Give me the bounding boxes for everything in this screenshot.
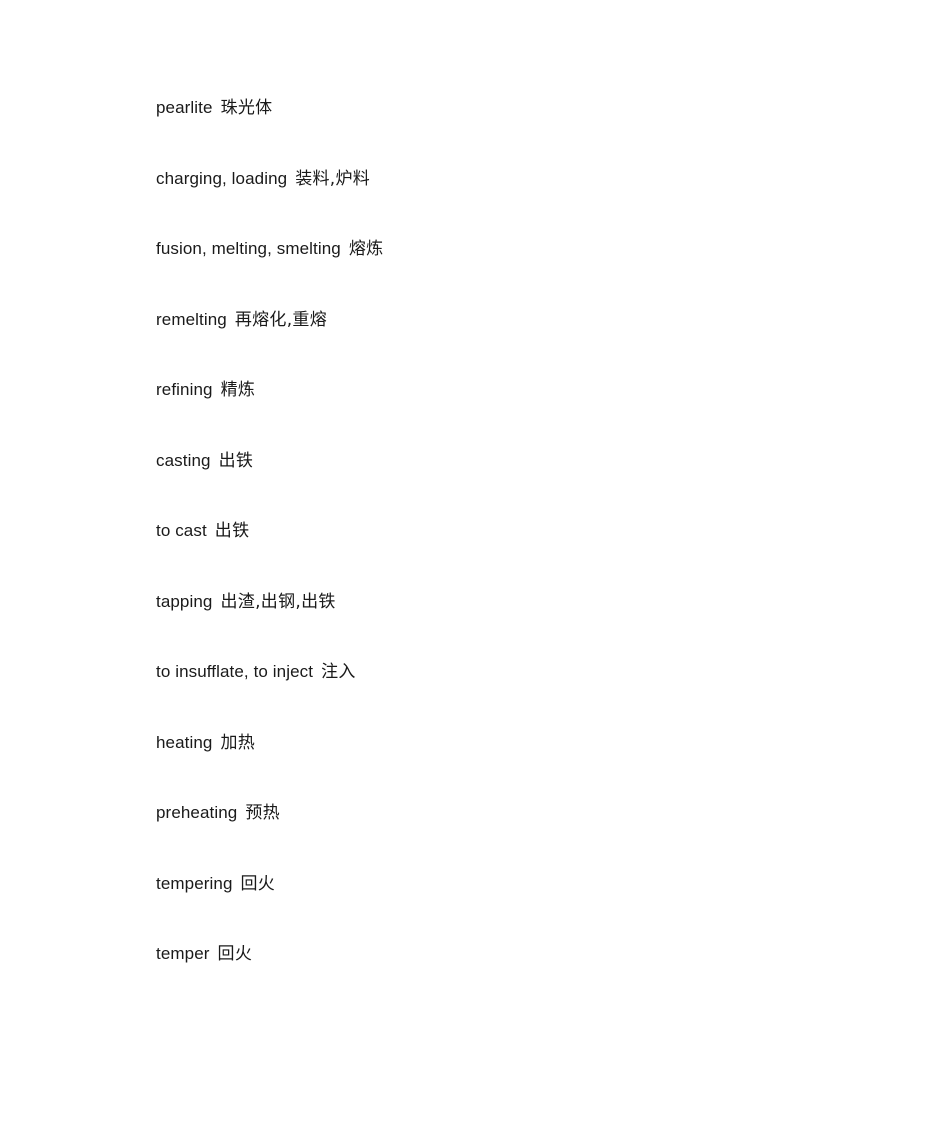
- glossary-term: casting: [156, 450, 211, 470]
- glossary-term: fusion, melting, smelting: [156, 239, 341, 258]
- glossary-translation: 加热: [220, 732, 256, 753]
- glossary-entry: to insufflate, to inject 注入: [156, 660, 865, 684]
- glossary-translation: 出铁: [214, 521, 250, 541]
- glossary-entry: tempering 回火: [156, 872, 865, 896]
- glossary-translation: 珠光体: [220, 98, 273, 118]
- glossary-translation: 回火: [240, 873, 276, 894]
- glossary-term: refining: [156, 380, 213, 399]
- glossary-term: to cast: [156, 521, 207, 540]
- glossary-entry: temper 回火: [156, 942, 865, 966]
- glossary-entry: charging, loading 装料,炉料: [156, 167, 865, 191]
- glossary-entry: remelting 再熔化,重熔: [156, 308, 865, 332]
- glossary-list: pearlite 珠光体 charging, loading 装料,炉料 fusio…: [156, 96, 865, 966]
- glossary-term: temper: [156, 944, 210, 963]
- glossary-entry: casting 出铁: [156, 449, 865, 473]
- glossary-translation: 出铁: [218, 450, 254, 471]
- glossary-translation: 再熔化,重熔: [234, 309, 328, 330]
- glossary-entry: preheating 预热: [156, 801, 865, 825]
- glossary-entry: heating 加热: [156, 731, 865, 755]
- glossary-translation: 预热: [245, 803, 280, 823]
- document-page: pearlite 珠光体 charging, loading 装料,炉料 fusio…: [0, 0, 945, 1123]
- glossary-entry: tapping 出渣,出钢,出铁: [156, 590, 865, 614]
- glossary-translation: 回火: [217, 944, 253, 964]
- glossary-term: tempering: [156, 873, 233, 893]
- glossary-term: to insufflate, to inject: [156, 662, 314, 681]
- glossary-term: remelting: [156, 309, 227, 329]
- glossary-term: preheating: [156, 803, 238, 822]
- glossary-translation: 装料,炉料: [295, 168, 371, 189]
- glossary-term: heating: [156, 732, 213, 752]
- glossary-entry: fusion, melting, smelting 熔炼: [156, 237, 865, 261]
- glossary-term: charging, loading: [156, 168, 288, 188]
- glossary-entry: to cast 出铁: [156, 519, 865, 543]
- glossary-entry: pearlite 珠光体: [156, 96, 865, 120]
- glossary-translation: 熔炼: [348, 239, 384, 259]
- glossary-translation: 精炼: [220, 380, 256, 400]
- glossary-translation: 出渣,出钢,出铁: [220, 591, 336, 612]
- glossary-term: tapping: [156, 591, 213, 611]
- glossary-term: pearlite: [156, 98, 213, 117]
- glossary-translation: 注入: [321, 662, 356, 682]
- glossary-entry: refining 精炼: [156, 378, 865, 402]
